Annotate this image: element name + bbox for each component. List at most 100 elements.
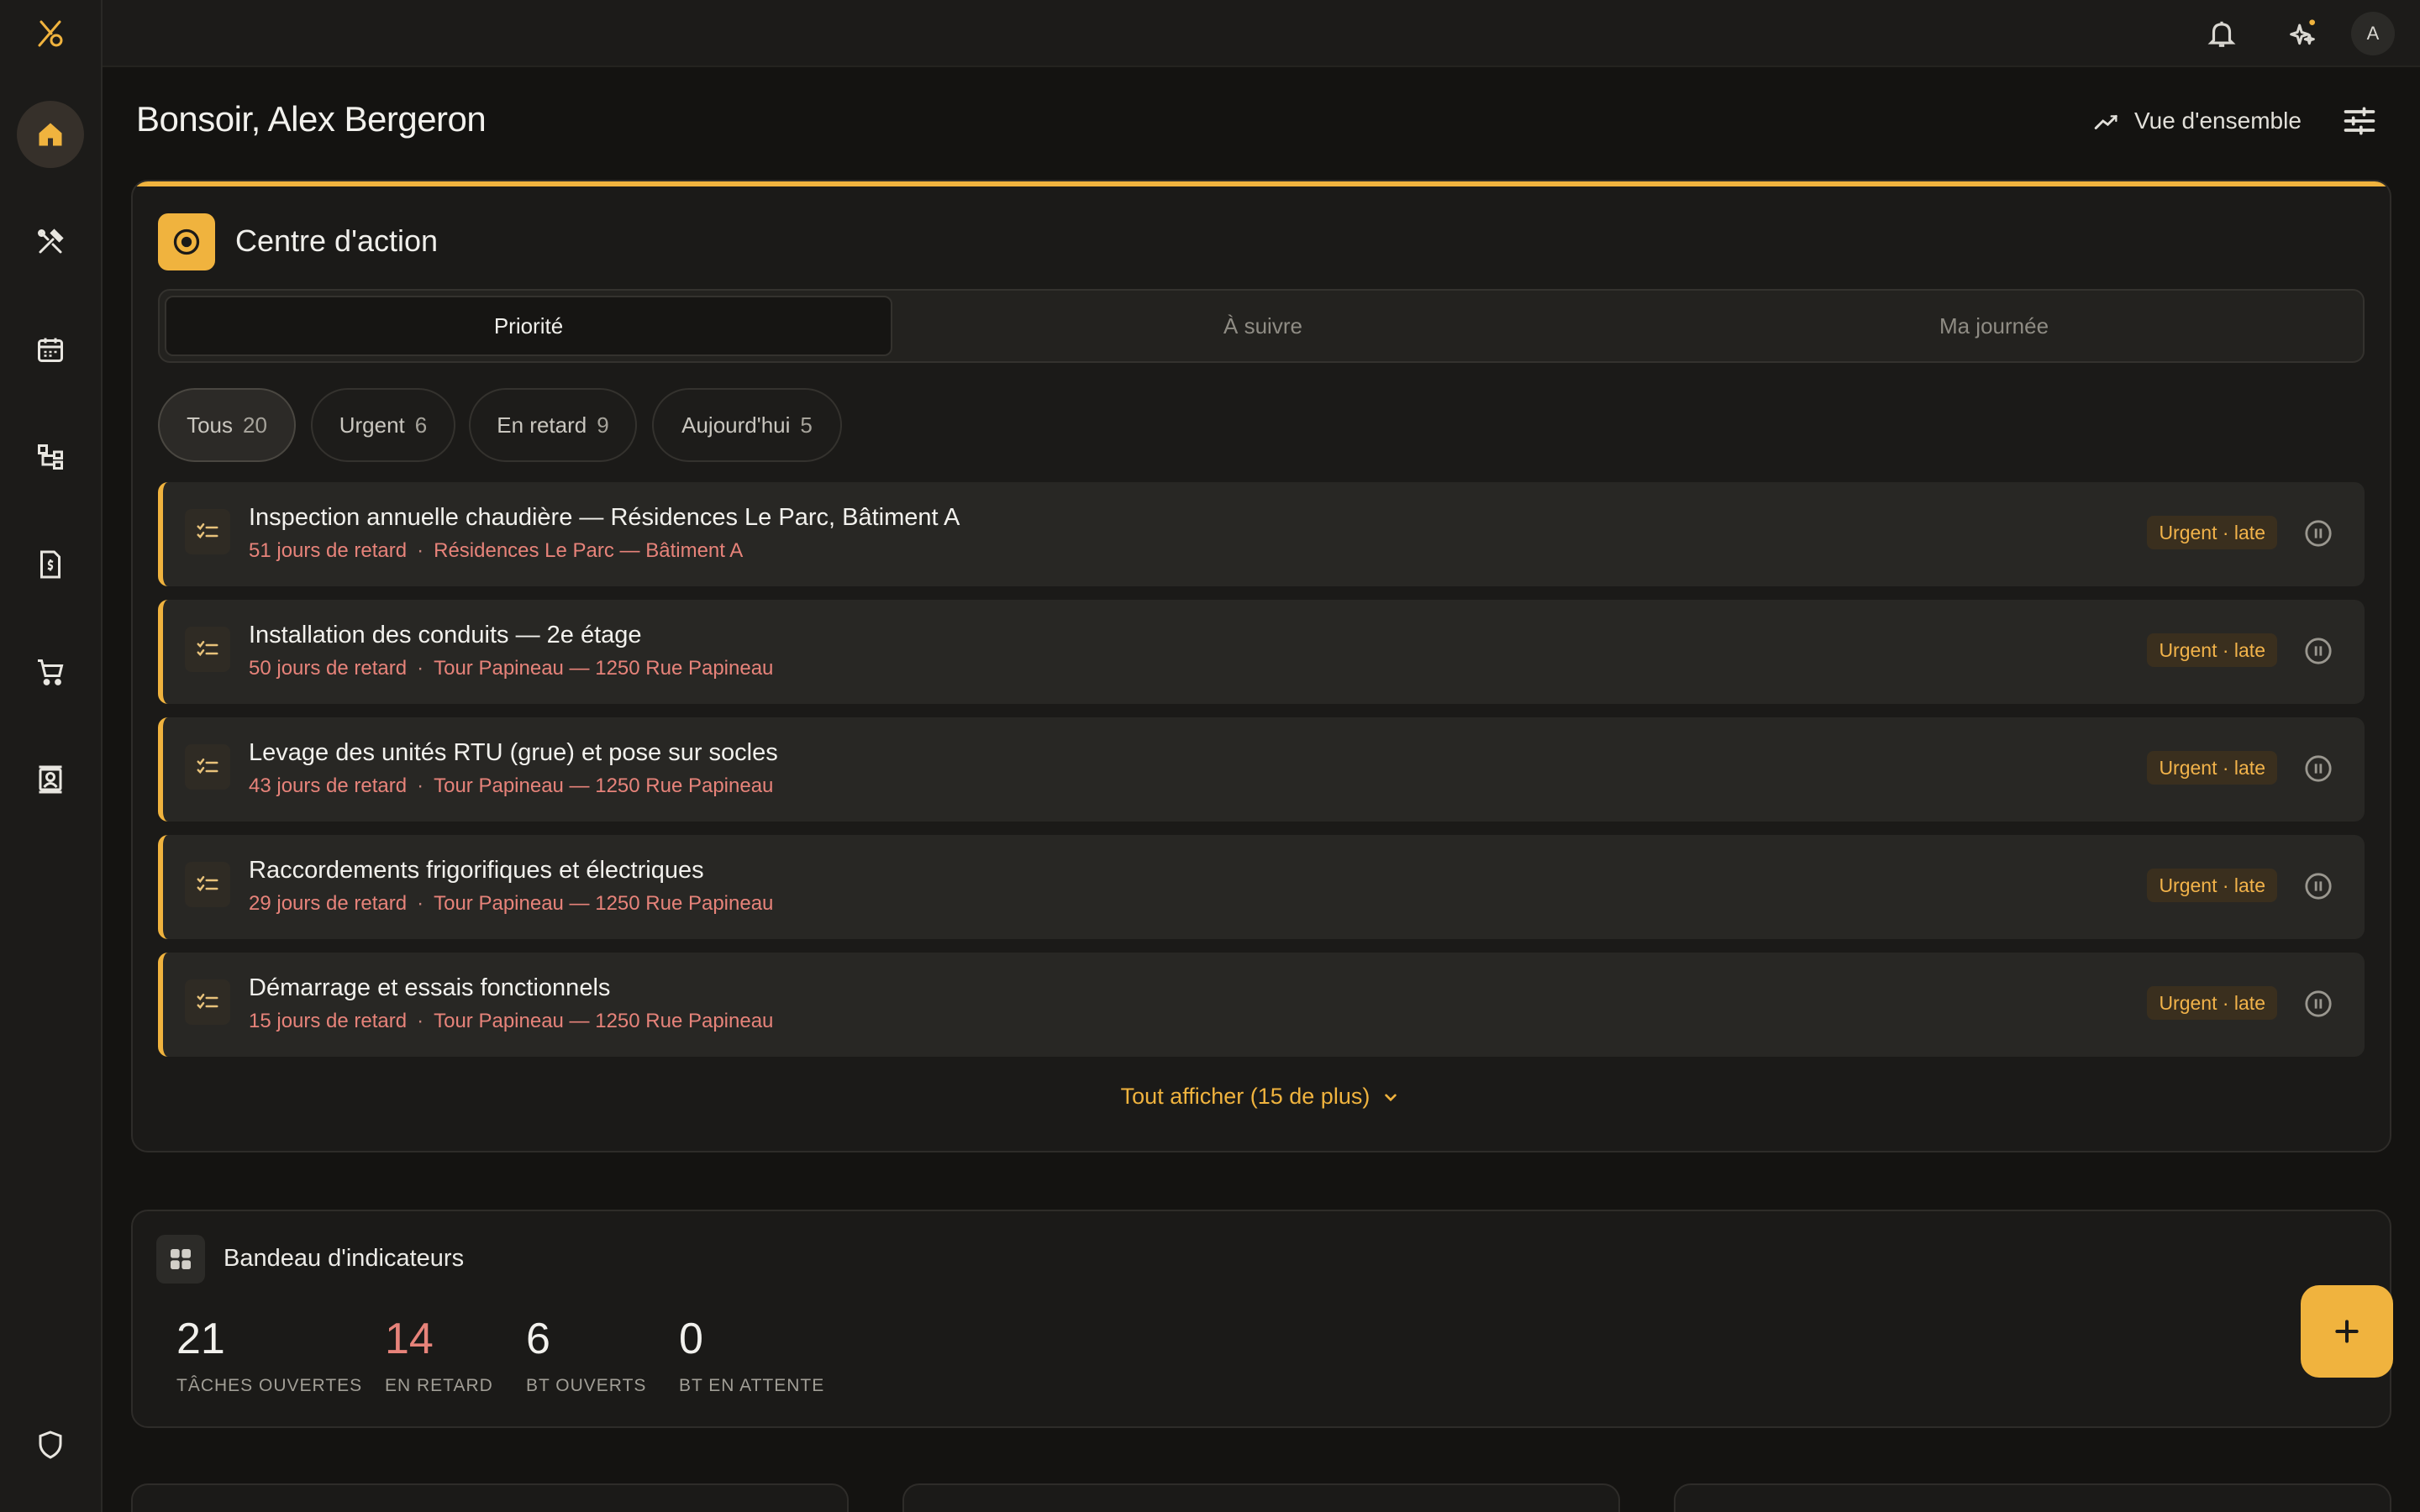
- status-badge: Urgent · late: [2147, 869, 2277, 902]
- home-icon: [39, 123, 62, 146]
- ai-assistant-button[interactable]: [2286, 17, 2319, 50]
- grid-icon: [156, 1235, 205, 1284]
- contacts-icon: [39, 765, 62, 794]
- task-late: 51 jours de retard: [249, 539, 408, 562]
- kpi-banner: Bandeau d'indicateurs 21 TÂCHES OUVERTES…: [131, 1210, 2391, 1428]
- sidebar-item-security[interactable]: [17, 1411, 84, 1478]
- kpi-label: EN RETARD: [385, 1376, 493, 1395]
- pause-button[interactable]: [2304, 872, 2333, 900]
- pause-icon: [2305, 873, 2332, 900]
- filter-chip-late[interactable]: En retard 9: [469, 388, 637, 462]
- task-meta: 50 jours de retard · Tour Papineau — 1250 …: [249, 657, 774, 680]
- app-logo[interactable]: [34, 17, 68, 50]
- task-location: Tour Papineau — 1250 Rue Papineau: [434, 774, 774, 797]
- pause-button[interactable]: [2304, 519, 2333, 548]
- filter-count: 6: [414, 412, 428, 438]
- tab-priority[interactable]: Priorité: [165, 296, 892, 356]
- sparkles-icon: [2290, 19, 2315, 45]
- kpi-open-work-orders[interactable]: 6 BT OUVERTS: [526, 1317, 646, 1396]
- checklist-icon: [185, 744, 230, 790]
- action-center-badge: [158, 213, 215, 270]
- task-meta: 29 jours de retard · Tour Papineau — 1250 …: [249, 892, 774, 915]
- task-late: 50 jours de retard: [249, 657, 408, 680]
- pause-icon: [2305, 520, 2332, 547]
- invoice-icon: [40, 550, 60, 579]
- kpi-value: 14: [385, 1315, 434, 1363]
- pause-icon: [2305, 755, 2332, 782]
- task-location: Résidences Le Parc — Bâtiment A: [434, 539, 744, 562]
- filter-label: Urgent: [339, 412, 405, 438]
- filter-count: 20: [243, 412, 267, 438]
- kpi-pending-work-orders[interactable]: 0 BT EN ATTENTE: [679, 1317, 824, 1396]
- task-row[interactable]: Démarrage et essais fonctionnels 15 jour…: [158, 953, 2365, 1057]
- plus-icon: [2335, 1320, 2359, 1343]
- task-title: Raccordements frigorifiques et électriqu…: [249, 857, 704, 884]
- show-all-button[interactable]: Tout afficher (15 de plus): [133, 1084, 2390, 1110]
- sidebar-item-hierarchy[interactable]: [17, 423, 84, 491]
- filter-label: En retard: [497, 412, 587, 438]
- task-location: Tour Papineau — 1250 Rue Papineau: [434, 892, 774, 915]
- pause-button[interactable]: [2304, 990, 2333, 1018]
- calendar-icon: [38, 338, 63, 362]
- task-row[interactable]: Raccordements frigorifiques et électriqu…: [158, 835, 2365, 939]
- tab-my-day[interactable]: Ma journée: [1630, 296, 2358, 356]
- filter-count: 9: [597, 412, 609, 438]
- checklist-icon: [185, 627, 230, 672]
- view-tabs: Priorité À suivre Ma journée: [158, 289, 2365, 363]
- show-all-label: Tout afficher (15 de plus): [1120, 1084, 1370, 1109]
- sidebar-item-contacts[interactable]: [17, 746, 84, 813]
- checklist-icon: [185, 979, 230, 1025]
- status-badge: Urgent · late: [2147, 516, 2277, 549]
- pause-button[interactable]: [2304, 754, 2333, 783]
- task-title: Inspection annuelle chaudière — Résidenc…: [249, 504, 960, 531]
- task-location: Tour Papineau — 1250 Rue Papineau: [434, 1010, 774, 1032]
- kpi-label: BT EN ATTENTE: [679, 1376, 825, 1395]
- kpi-value: 21: [176, 1315, 225, 1363]
- filter-label: Tous: [187, 412, 233, 438]
- overview-label: Vue d'ensemble: [2134, 108, 2302, 134]
- pause-icon: [2305, 638, 2332, 664]
- overview-button[interactable]: Vue d'ensemble: [2092, 101, 2302, 141]
- pause-icon: [2305, 990, 2332, 1017]
- sidebar-item-tools[interactable]: [17, 208, 84, 276]
- kpi-banner-title: Bandeau d'indicateurs: [224, 1245, 465, 1272]
- tools-icon: [38, 228, 64, 254]
- action-center-card: Centre d'action Priorité À suivre Ma jou…: [131, 180, 2391, 1152]
- dashboard-widget: [131, 1483, 849, 1512]
- task-row[interactable]: Installation des conduits — 2e étage 50 …: [158, 600, 2365, 704]
- chevron-down-icon: [1385, 1094, 1397, 1101]
- task-title: Levage des unités RTU (grue) et pose sur…: [249, 739, 778, 766]
- logo-mark-icon: [38, 20, 63, 47]
- tab-follow-up[interactable]: À suivre: [899, 296, 1627, 356]
- customize-button[interactable]: [2341, 102, 2378, 139]
- pause-button[interactable]: [2304, 637, 2333, 665]
- sliders-icon: [2344, 107, 2375, 135]
- filter-chip-urgent[interactable]: Urgent 6: [311, 388, 455, 462]
- filter-chip-today[interactable]: Aujourd'hui 5: [652, 388, 842, 462]
- task-title: Démarrage et essais fonctionnels: [249, 974, 611, 1001]
- checklist-icon: [185, 509, 230, 554]
- sidebar-item-invoice[interactable]: [17, 531, 84, 598]
- kpi-late[interactable]: 14 EN RETARD: [385, 1317, 493, 1396]
- task-late: 29 jours de retard: [249, 892, 408, 915]
- kpi-label: TÂCHES OUVERTES: [176, 1376, 363, 1395]
- kpi-label: BT OUVERTS: [526, 1376, 647, 1395]
- user-avatar[interactable]: A: [2351, 12, 2395, 55]
- dashboard-widget: [1674, 1483, 2391, 1512]
- kpi-value: 6: [526, 1315, 550, 1363]
- add-button[interactable]: [2301, 1285, 2393, 1378]
- filter-count: 5: [800, 412, 813, 438]
- sidebar: [0, 0, 103, 1512]
- task-meta: 43 jours de retard · Tour Papineau — 1250 …: [249, 774, 774, 797]
- sidebar-item-home[interactable]: [17, 101, 84, 168]
- task-location: Tour Papineau — 1250 Rue Papineau: [434, 657, 774, 680]
- filter-chip-all[interactable]: Tous 20: [158, 388, 296, 462]
- trend-icon: [2094, 114, 2118, 129]
- notifications-button[interactable]: [2205, 17, 2238, 50]
- kpi-value: 0: [679, 1315, 703, 1363]
- sidebar-item-calendar[interactable]: [17, 316, 84, 383]
- task-row[interactable]: Inspection annuelle chaudière — Résidenc…: [158, 482, 2365, 586]
- kpi-open-tasks[interactable]: 21 TÂCHES OUVERTES: [176, 1317, 362, 1396]
- sidebar-item-cart[interactable]: [17, 638, 84, 706]
- task-row[interactable]: Levage des unités RTU (grue) et pose sur…: [158, 717, 2365, 822]
